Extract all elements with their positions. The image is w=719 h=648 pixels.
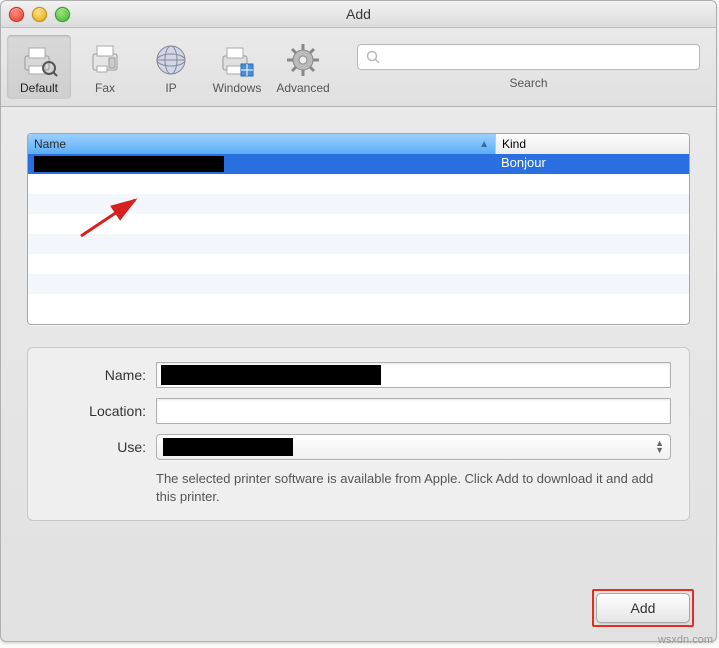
search-icon [366,50,380,64]
toolbar-label: Fax [73,81,137,95]
use-select[interactable]: ▲▼ [156,434,671,460]
software-hint: The selected printer software is availab… [156,470,671,506]
column-name-header[interactable]: Name ▲ [28,134,496,154]
row-name-cell [28,154,495,174]
gear-icon [271,39,335,81]
toolbar-default-tab[interactable]: Default [7,35,71,99]
add-printer-window: Add Default [0,0,717,642]
toolbar-label: Default [7,81,71,95]
toolbar-windows-tab[interactable]: Windows [205,35,269,99]
toolbar-label: Windows [205,81,269,95]
toolbar: Default Fax IP [1,28,716,107]
name-label: Name: [36,367,156,383]
content-area: Name ▲ Kind Bonjour Name: [1,107,716,531]
titlebar: Add [1,1,716,28]
use-label: Use: [36,439,156,455]
redacted-use-value [163,438,293,456]
printer-list: Name ▲ Kind Bonjour [27,133,690,325]
toolbar-ip-tab[interactable]: IP [139,35,203,99]
list-row [28,194,689,214]
redacted-name [34,156,224,172]
search-input[interactable] [357,44,700,70]
add-button-label: Add [631,600,656,616]
list-row [28,174,689,194]
row-kind-cell: Bonjour [495,154,689,174]
toolbar-advanced-tab[interactable]: Advanced [271,35,335,99]
toolbar-label: IP [139,81,203,95]
list-header: Name ▲ Kind [28,134,689,154]
list-row [28,254,689,274]
list-row [28,234,689,254]
watermark: wsxdn.com [658,634,713,646]
sort-ascending-icon: ▲ [479,139,489,150]
fax-icon [73,39,137,81]
name-input[interactable] [156,362,671,388]
window-title: Add [1,6,716,22]
column-name-label: Name [34,137,66,151]
redacted-name-value [161,365,381,385]
toolbar-label: Advanced [271,81,335,95]
location-input[interactable] [156,398,671,424]
location-label: Location: [36,403,156,419]
list-row[interactable]: Bonjour [28,154,689,174]
chevron-up-down-icon: ▲▼ [655,440,664,454]
list-row [28,274,689,294]
windows-printer-icon [205,39,269,81]
list-row [28,294,689,314]
printer-search-icon [7,39,71,81]
footer: Add [592,589,694,627]
search-container: Search [357,44,700,90]
column-kind-header[interactable]: Kind [496,134,689,154]
globe-icon [139,39,203,81]
toolbar-fax-tab[interactable]: Fax [73,35,137,99]
list-row [28,214,689,234]
search-label: Search [509,76,547,90]
column-kind-label: Kind [502,137,526,151]
printer-details-form: Name: Location: Use: ▲▼ The selected pri… [27,347,690,521]
add-button[interactable]: Add [596,593,690,623]
highlight-annotation: Add [592,589,694,627]
